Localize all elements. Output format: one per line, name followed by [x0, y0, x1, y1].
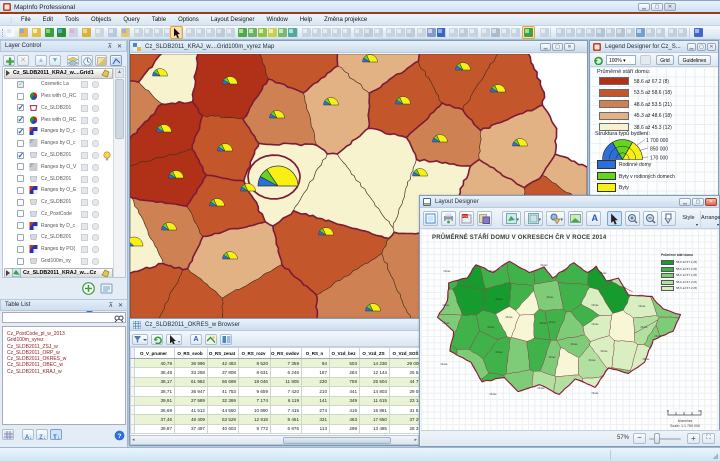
svg-text:170 000: 170 000	[650, 156, 668, 161]
svg-text:Okres: Okres	[443, 303, 451, 307]
svg-text:1 700 000: 1 700 000	[646, 138, 668, 144]
svg-text:Okres: Okres	[496, 350, 504, 354]
svg-text:Okres: Okres	[655, 334, 663, 338]
svg-text:Okres: Okres	[540, 321, 548, 325]
svg-text:Okres: Okres	[549, 320, 557, 324]
svg-text:Okres: Okres	[490, 392, 498, 396]
svg-text:Okres: Okres	[538, 386, 546, 390]
svg-text:Okres: Okres	[641, 325, 649, 329]
svg-text:Okres: Okres	[489, 269, 497, 273]
svg-text:Okres: Okres	[541, 263, 549, 267]
svg-text:PDF: PDF	[462, 214, 468, 218]
svg-text:Okres: Okres	[592, 303, 600, 307]
svg-text:Okres: Okres	[571, 342, 579, 346]
svg-text:Okres: Okres	[443, 321, 451, 325]
svg-text:?: ?	[117, 433, 121, 440]
svg-text:Okres: Okres	[600, 271, 608, 275]
svg-text:850 000: 850 000	[650, 147, 668, 153]
svg-text:Okres: Okres	[592, 391, 600, 395]
svg-text:Okres: Okres	[496, 297, 504, 301]
svg-text:Okres: Okres	[601, 349, 609, 353]
svg-text:30: 30	[698, 409, 702, 413]
svg-text:Okres: Okres	[643, 357, 651, 361]
svg-text:Okres: Okres	[444, 269, 452, 273]
svg-text:Okres: Okres	[506, 315, 514, 319]
svg-text:0: 0	[667, 409, 669, 413]
svg-text:Okres: Okres	[441, 362, 449, 366]
svg-text:Okres: Okres	[549, 355, 557, 359]
svg-text:Okres: Okres	[639, 304, 647, 308]
svg-text:Okres: Okres	[592, 322, 600, 326]
svg-text:Okres: Okres	[589, 358, 597, 362]
svg-text:Okres: Okres	[488, 325, 496, 329]
svg-text:Okres: Okres	[547, 295, 555, 299]
